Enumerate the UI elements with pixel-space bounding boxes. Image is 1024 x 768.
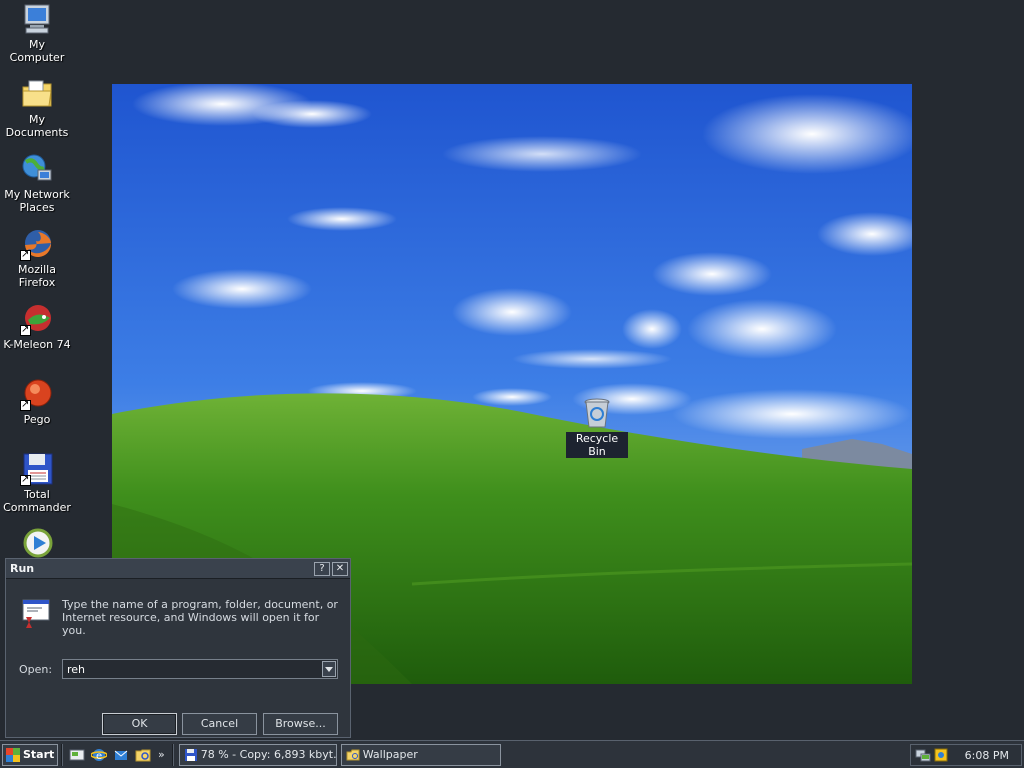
floppy-disk-icon <box>184 748 197 761</box>
windows-logo-icon <box>6 747 20 762</box>
taskbar-separator <box>171 743 174 766</box>
task-label: 78 % - Copy: 6,893 kbyt... <box>200 748 337 761</box>
shortcut-arrow-icon <box>20 473 31 486</box>
clock[interactable]: 6:08 PM <box>965 749 1009 762</box>
open-input[interactable] <box>63 660 322 678</box>
run-dialog-title: Run <box>10 562 35 575</box>
tray-app-icon[interactable] <box>933 747 949 763</box>
svg-text:e: e <box>96 751 102 762</box>
desktop-icon-recycle-bin[interactable]: Recycle Bin <box>566 396 628 458</box>
folder-icon <box>346 749 360 760</box>
cancel-button[interactable]: Cancel <box>182 713 257 735</box>
taskbar-separator <box>61 743 63 766</box>
pego-icon <box>20 377 54 411</box>
desktop-icon-label: My Documents <box>5 113 69 139</box>
chevron-down-icon[interactable] <box>322 661 336 677</box>
media-player-icon <box>20 527 54 561</box>
firefox-icon <box>20 227 54 261</box>
floppy-disk-icon <box>20 452 54 486</box>
desktop: My Computer My Documents My Network Plac… <box>0 0 1024 740</box>
outlook-icon[interactable] <box>112 746 130 764</box>
desktop-icon-my-documents[interactable]: My Documents <box>0 77 74 139</box>
desktop-icon-k-meleon[interactable]: K-Meleon 74 <box>0 302 74 351</box>
computer-icon <box>20 2 54 36</box>
browse-button[interactable]: Browse... <box>263 713 338 735</box>
quick-launch-chevron-icon[interactable]: » <box>158 748 165 761</box>
desktop-icon-label: Mozilla Firefox <box>18 263 56 289</box>
desktop-icon-label: Recycle Bin <box>566 432 628 458</box>
shortcut-arrow-icon <box>20 398 31 411</box>
desktop-icon-label: My Network Places <box>4 188 70 214</box>
open-combobox[interactable] <box>62 659 338 679</box>
desktop-icon-my-computer[interactable]: My Computer <box>0 2 74 64</box>
taskbar: Start e » 78 % - Copy: 6,893 kbyt... Wal… <box>0 740 1024 768</box>
run-dialog: Run ? ✕ Type the name of a program, fold… <box>5 558 351 738</box>
desktop-icon-my-network-places[interactable]: My Network Places <box>0 152 74 214</box>
desktop-icon-label: Pego <box>23 413 51 426</box>
desktop-icon-pego[interactable]: Pego <box>0 377 74 426</box>
taskbar-button-wallpaper[interactable]: Wallpaper <box>340 743 501 766</box>
desktop-icon-label: K-Meleon 74 <box>3 338 71 351</box>
shortcut-arrow-icon <box>20 248 31 261</box>
run-program-icon <box>20 597 52 629</box>
show-desktop-icon[interactable] <box>68 746 86 764</box>
open-label: Open: <box>19 663 53 676</box>
desktop-icon-label: My Computer <box>9 38 65 64</box>
k-meleon-icon <box>20 302 54 336</box>
desktop-icon-mozilla-firefox[interactable]: Mozilla Firefox <box>0 227 74 289</box>
desktop-icon-label: Total Commander <box>3 488 71 514</box>
close-button[interactable]: ✕ <box>332 561 348 576</box>
desktop-icon-total-commander[interactable]: Total Commander <box>0 452 74 514</box>
network-icon[interactable] <box>915 747 931 763</box>
task-label: Wallpaper <box>362 748 418 761</box>
start-label: Start <box>23 748 55 761</box>
network-places-icon <box>20 152 54 186</box>
ok-button[interactable]: OK <box>102 713 177 735</box>
run-dialog-titlebar[interactable]: Run ? ✕ <box>6 559 350 579</box>
ie-icon[interactable]: e <box>90 746 108 764</box>
start-button[interactable]: Start <box>2 743 58 766</box>
shortcut-arrow-icon <box>20 323 31 336</box>
system-tray: 6:08 PM <box>910 744 1022 766</box>
taskbar-button-copy-progress[interactable]: 78 % - Copy: 6,893 kbyt... <box>178 743 337 766</box>
run-dialog-description: Type the name of a program, folder, docu… <box>62 598 338 637</box>
help-button[interactable]: ? <box>314 561 330 576</box>
recycle-bin-icon <box>582 396 612 430</box>
folder-documents-icon <box>20 77 54 111</box>
explorer-icon[interactable] <box>134 746 152 764</box>
